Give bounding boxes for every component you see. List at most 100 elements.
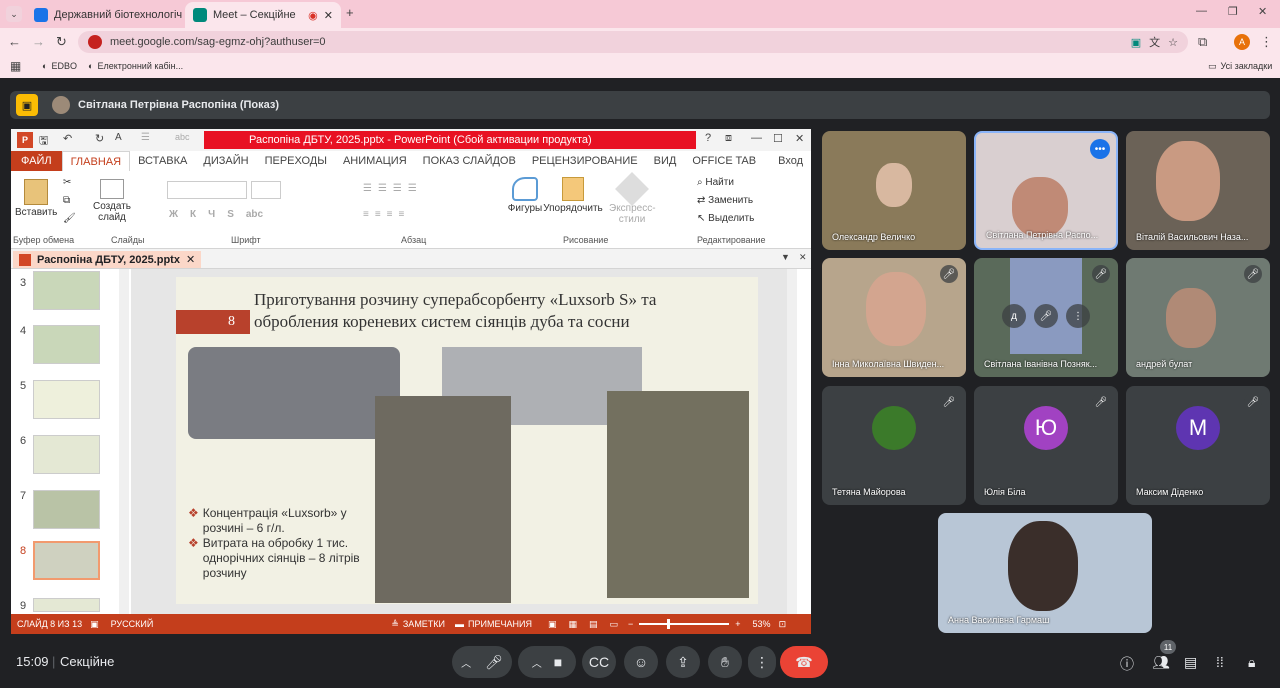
italic-button[interactable]: К <box>190 209 196 220</box>
quick-styles-button[interactable]: Экспресс-стили <box>609 172 656 225</box>
pin-icon[interactable]: д <box>1002 304 1026 328</box>
thumb-slide-3[interactable] <box>33 271 100 310</box>
present-icon[interactable]: ▣ <box>16 94 38 116</box>
tab-review[interactable]: РЕЦЕНЗИРОВАНИЕ <box>524 151 646 171</box>
more-options-icon[interactable]: ⋮ <box>1066 304 1090 328</box>
fit-slide-icon[interactable]: ⊡ <box>779 619 787 630</box>
forward-icon[interactable]: → <box>32 34 45 49</box>
translate-icon[interactable]: 文 <box>1149 34 1160 50</box>
tab-slideshow[interactable]: ПОКАЗ СЛАЙДОВ <box>415 151 524 171</box>
save-icon[interactable]: 🖫 <box>39 132 48 151</box>
help-icon[interactable]: ? <box>705 132 711 144</box>
more-options-button[interactable]: ⋮ <box>748 646 776 678</box>
thumb-slide-4[interactable] <box>33 325 100 364</box>
chat-icon[interactable]: ▤ <box>1184 654 1197 671</box>
ribbon-options-icon[interactable]: ⧈ <box>725 132 732 145</box>
bookmark-star-icon[interactable]: ☆ <box>1168 36 1178 49</box>
back-icon[interactable]: ← <box>8 34 21 49</box>
replace-button[interactable]: ⇄ Заменить <box>697 195 753 206</box>
zoom-out-icon[interactable]: − <box>628 619 633 629</box>
extensions-icon[interactable]: ⧉ <box>1198 34 1207 50</box>
slide-scrollbar[interactable] <box>787 269 797 614</box>
font-color-icon[interactable]: A <box>115 132 122 143</box>
participant-tile[interactable]: Анна Василівна Гармаш <box>938 513 1152 633</box>
select-button[interactable]: ↖ Выделить <box>697 213 754 224</box>
people-icon[interactable]: 👥︎ <box>1152 654 1170 671</box>
bold-button[interactable]: Ж <box>169 209 178 220</box>
participant-tile[interactable]: 🎤︎ андрей булат <box>1126 258 1270 377</box>
reactions-button[interactable]: ☺ <box>624 646 658 678</box>
zoom-thumb[interactable] <box>667 619 671 629</box>
close-window-icon[interactable]: ✕ <box>1258 5 1267 18</box>
tab-view[interactable]: ВИД <box>646 151 685 171</box>
participant-tile[interactable]: ••• Світлана Петрівна Распо... <box>974 131 1118 250</box>
site-info-icon[interactable] <box>88 35 102 49</box>
underline-button[interactable]: Ч <box>208 209 215 220</box>
cut-icon[interactable]: ✂ <box>63 177 71 188</box>
align-buttons[interactable]: ≡≡≡≡ <box>363 209 410 220</box>
url-text[interactable]: meet.google.com/sag-egmz-ohj?authuser=0 <box>110 36 326 48</box>
redo-icon[interactable]: ↻ <box>95 132 104 145</box>
normal-view-icon[interactable]: ▣ <box>548 619 557 630</box>
thumb-slide-9[interactable] <box>33 598 100 612</box>
new-slide-button[interactable]: Создать слайд <box>91 179 133 223</box>
tab-transitions[interactable]: ПЕРЕХОДЫ <box>257 151 335 171</box>
tab-search-icon[interactable]: ⌄ <box>6 6 22 22</box>
notes-button[interactable]: ЗАМЕТКИ <box>403 619 445 629</box>
language-indicator[interactable]: РУССКИЙ <box>111 619 154 629</box>
present-button[interactable]: ⇪ <box>666 646 700 678</box>
shapes-button[interactable]: Фигуры <box>505 177 545 214</box>
arrange-button[interactable]: Упорядочить <box>541 177 605 214</box>
close-icon[interactable]: ✕ <box>186 253 195 266</box>
chevron-up-icon[interactable]: ︿ <box>461 655 471 670</box>
participant-tile[interactable]: М 🎤︎ Максим Діденко <box>1126 386 1270 505</box>
close-icon[interactable]: ✕ <box>795 132 804 145</box>
thumb-scrollbar[interactable] <box>119 269 129 614</box>
copy-icon[interactable]: ⧉ <box>63 195 70 206</box>
reading-view-icon[interactable]: ▤ <box>589 619 598 630</box>
browser-tab-2[interactable]: Meet – Секційне ◉ ✕ <box>185 2 341 28</box>
comments-button[interactable]: ПРИМЕЧАНИЯ <box>468 619 532 629</box>
participant-tile[interactable]: 🎤︎ Тетяна Майорова <box>822 386 966 505</box>
maximize-icon[interactable]: ☐ <box>773 132 783 145</box>
format-painter-icon[interactable]: 🖌 <box>63 213 76 224</box>
browser-tab-1[interactable]: Державний біотехнологічний ✕ <box>26 2 182 28</box>
document-tab[interactable]: Распопіна ДБТУ, 2025.pptx ✕ <box>13 251 202 268</box>
mic-button[interactable]: ︿ 🎤︎ <box>452 646 512 678</box>
reload-icon[interactable]: ↻ <box>56 34 67 50</box>
font-family-select[interactable] <box>167 181 247 199</box>
list-icon[interactable]: ☰ <box>141 132 150 143</box>
font-size-select[interactable] <box>251 181 281 199</box>
thumb-slide-7[interactable] <box>33 490 100 529</box>
raise-hand-button[interactable]: ✋︎ <box>708 646 742 678</box>
captions-button[interactable]: CC <box>582 646 616 678</box>
apps-grid-icon[interactable]: ▦ <box>10 59 21 73</box>
camera-button[interactable]: ︿ ■ <box>518 646 576 678</box>
bookmark-edbo[interactable]: ◐ EDBO <box>42 61 77 71</box>
all-bookmarks[interactable]: ▭ Усі закладки <box>1208 61 1272 72</box>
omnibox[interactable]: meet.google.com/sag-egmz-ohj?authuser=0 … <box>78 31 1188 53</box>
tab-insert[interactable]: ВСТАВКА <box>130 151 195 171</box>
undo-icon[interactable]: ↶ <box>63 132 72 145</box>
paste-button[interactable]: Вставить <box>15 179 57 218</box>
meeting-info-icon[interactable]: ⓘ <box>1120 654 1134 674</box>
close-icon[interactable]: ✕ <box>324 9 333 22</box>
minimize-icon[interactable]: — <box>1196 5 1207 17</box>
participant-tile[interactable]: д 🎤︎ ⋮ 🎤︎ Світлана Іванівна Позняк... <box>974 258 1118 377</box>
more-options-icon[interactable]: ••• <box>1090 139 1110 159</box>
participant-tile[interactable]: Ю 🎤︎ Юлія Біла <box>974 386 1118 505</box>
activities-icon[interactable]: ⁞⁞ <box>1216 654 1224 670</box>
participant-tile[interactable]: Віталій Васильович Наза... <box>1126 131 1270 250</box>
tab-file[interactable]: ФАЙЛ <box>11 151 62 171</box>
thumb-slide-5[interactable] <box>33 380 100 419</box>
zoom-level[interactable]: 53% <box>753 619 771 629</box>
sorter-view-icon[interactable]: ▦ <box>568 619 577 630</box>
new-tab-icon[interactable]: + <box>346 5 354 20</box>
menu-dots-icon[interactable]: ⋮ <box>1260 34 1273 50</box>
chevron-up-icon[interactable]: ︿ <box>532 655 542 670</box>
tab-office-tab[interactable]: OFFICE TAB <box>684 151 764 171</box>
strike-button[interactable]: abc <box>246 209 263 220</box>
participant-tile[interactable]: Олександр Величко <box>822 131 966 250</box>
restore-icon[interactable]: ❐ <box>1228 5 1238 18</box>
thumb-slide-8[interactable] <box>33 541 100 580</box>
